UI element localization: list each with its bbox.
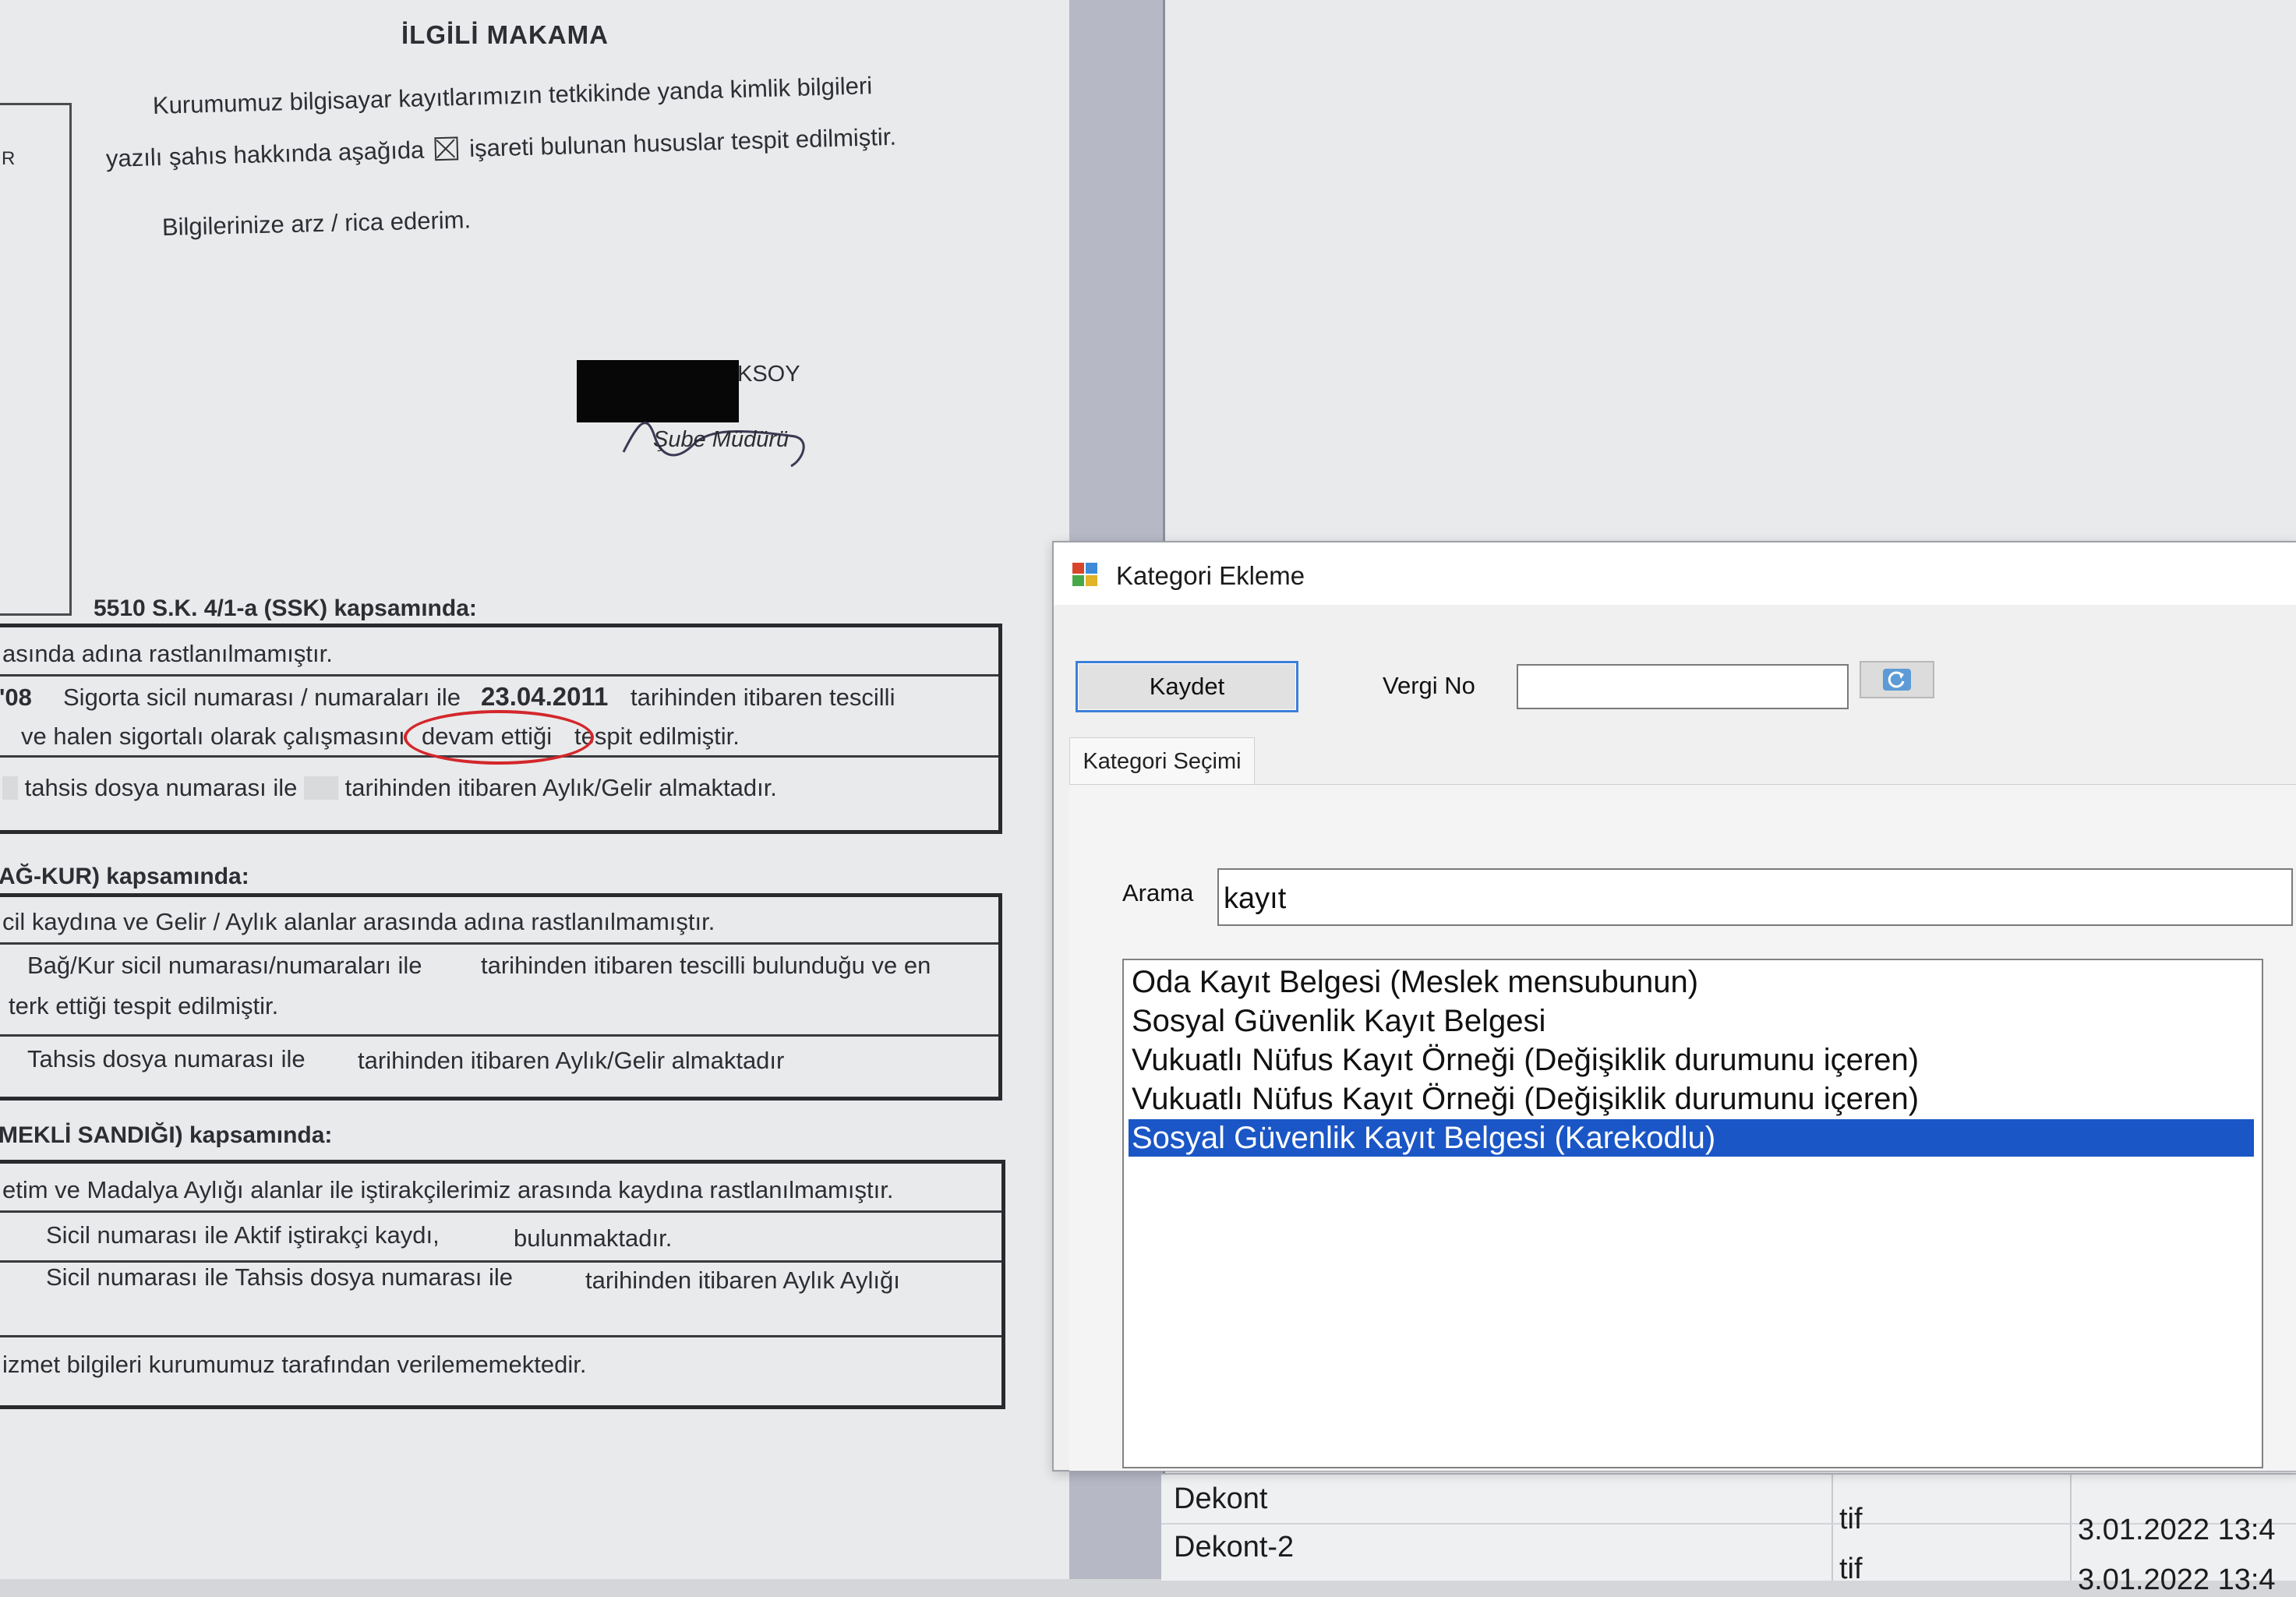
ssk-row-2a: Sigorta sicil numarası / numaraları ile: [63, 684, 461, 711]
search-label: Arama: [1122, 879, 1194, 906]
emekli-row-3a: Sicil numarası ile Tahsis dosya numarası…: [46, 1263, 514, 1291]
ssk-row-2b: tarihinden itibaren tescilli: [631, 684, 895, 711]
ssk-row-3a: ve halen sigortalı olarak çalışmasını: [21, 723, 405, 750]
signatory-title: Şube Müdürü: [653, 427, 789, 452]
app-icon: [1072, 563, 1099, 588]
file-grid[interactable]: Dekont tif 3.01.2022 13:4 Dekont-2 tif 3…: [1161, 1473, 2296, 1596]
checkbox-x-icon: [434, 136, 459, 161]
ssk-row-4: tahsis dosya numarası ile tarihinden iti…: [2, 774, 777, 802]
dialog-title: Kategori Ekleme: [1116, 561, 1305, 590]
refresh-icon: [1883, 669, 1911, 691]
emekli-row-3b: tarihinden itibaren Aylık Aylığı: [585, 1267, 900, 1294]
photo-frame: [0, 103, 72, 616]
grid-row-1-ext[interactable]: tif: [1839, 1503, 1863, 1536]
list-item-selected[interactable]: Sosyal Güvenlik Kayıt Belgesi (Karekodlu…: [1129, 1119, 2254, 1157]
ssk-registration-date: 23.04.2011: [481, 682, 609, 711]
bagkur-row-4a: Tahsis dosya numarası ile: [27, 1045, 306, 1072]
section-ssk-heading: 5510 S.K. 4/1-a (SSK) kapsamında:: [94, 595, 477, 621]
grid-row-1-date[interactable]: 3.01.2022 13:4: [2078, 1514, 2276, 1547]
grid-row-2-ext[interactable]: tif: [1839, 1553, 1863, 1586]
grid-row-2-date[interactable]: 3.01.2022 13:4: [2078, 1563, 2276, 1597]
section-emekli-heading: MEKLİ SANDIĞI) kapsamında:: [0, 1122, 333, 1148]
tax-no-input[interactable]: [1517, 664, 1849, 709]
category-add-dialog: Kategori Ekleme Kaydet Vergi No Kategori…: [1052, 541, 2296, 1472]
list-item[interactable]: Sosyal Güvenlik Kayıt Belgesi: [1129, 1002, 2254, 1040]
bagkur-row-1: cil kaydına ve Gelir / Aylık alanlar ara…: [2, 908, 715, 935]
scanned-document: R İLGİLİ MAKAMA Kurumumuz bilgisayar kay…: [0, 0, 1069, 1579]
grid-row-1-name[interactable]: Dekont: [1174, 1482, 1267, 1516]
bagkur-row-2a: Bağ/Kur sicil numarası/numaraları ile: [27, 952, 422, 979]
intro-line-2: yazılı şahıs hakkında aşağıda işareti bul…: [105, 123, 896, 173]
save-button[interactable]: Kaydet: [1076, 661, 1298, 712]
emekli-row-2b: bulunmaktadır.: [514, 1224, 673, 1252]
document-title: İLGİLİ MAKAMA: [401, 20, 609, 49]
ssk-row-4a: tahsis dosya numarası ile: [24, 774, 298, 801]
section-bagkur-heading: AĞ-KUR) kapsamında:: [0, 864, 249, 889]
ssk-row-4b: tarihinden itibaren Aylık/Gelir almaktad…: [344, 774, 777, 801]
section-bagkur-box: cil kaydına ve Gelir / Aylık alanlar ara…: [0, 893, 1002, 1101]
side-letter: R: [2, 148, 16, 169]
list-item[interactable]: Vukuatlı Nüfus Kayıt Örneği (Değişiklik …: [1129, 1080, 2254, 1118]
tab-category-selection[interactable]: Kategori Seçimi: [1069, 737, 1255, 785]
refresh-button[interactable]: [1860, 661, 1934, 698]
emekli-row-2a: Sicil numarası ile Aktif iştirakçi kaydı…: [46, 1221, 440, 1249]
regards-text: Bilgilerinize arz / rica ederim.: [161, 206, 472, 241]
emekli-row-1: etim ve Madalya Aylığı alanlar ile iştir…: [2, 1176, 894, 1203]
list-item[interactable]: Vukuatlı Nüfus Kayıt Örneği (Değişiklik …: [1129, 1041, 2254, 1079]
bagkur-row-2b: tarihinden itibaren tescilli bulunduğu v…: [481, 952, 931, 979]
intro-line-2-a: yazılı şahıs hakkında aşağıda: [105, 136, 425, 172]
bagkur-row-4b: tarihinden itibaren Aylık/Gelir almaktad…: [358, 1047, 785, 1074]
category-listbox[interactable]: Oda Kayıt Belgesi (Meslek mensubunun) So…: [1122, 959, 2263, 1468]
bagkur-row-3: terk ettiği tespit edilmiştir.: [9, 992, 279, 1019]
dialog-titlebar[interactable]: Kategori Ekleme: [1054, 542, 2296, 605]
grid-row-2-name[interactable]: Dekont-2: [1174, 1531, 1294, 1564]
emekli-row-4: izmet bilgileri kurumumuz tarafından ver…: [2, 1351, 587, 1378]
search-input[interactable]: kayıt: [1217, 868, 2293, 926]
ssk-row-1: asında adına rastlanılmamıştır.: [2, 640, 333, 667]
section-emekli-box: etim ve Madalya Aylığı alanlar ile iştir…: [0, 1160, 1005, 1409]
list-item[interactable]: Oda Kayıt Belgesi (Meslek mensubunun): [1129, 963, 2254, 1001]
signatory-name: KSOY: [737, 362, 800, 387]
tax-no-label: Vergi No: [1383, 672, 1475, 699]
red-highlight-oval: [404, 710, 594, 765]
ssk-row-3b: tespit edilmiştir.: [574, 723, 740, 750]
intro-line-1: Kurumumuz bilgisayar kayıtlarımızın tetk…: [152, 72, 873, 119]
ssk-sicil-fragment: '08: [0, 684, 32, 711]
intro-line-2-b: işareti bulunan hususlar tespit edilmişt…: [468, 122, 897, 162]
